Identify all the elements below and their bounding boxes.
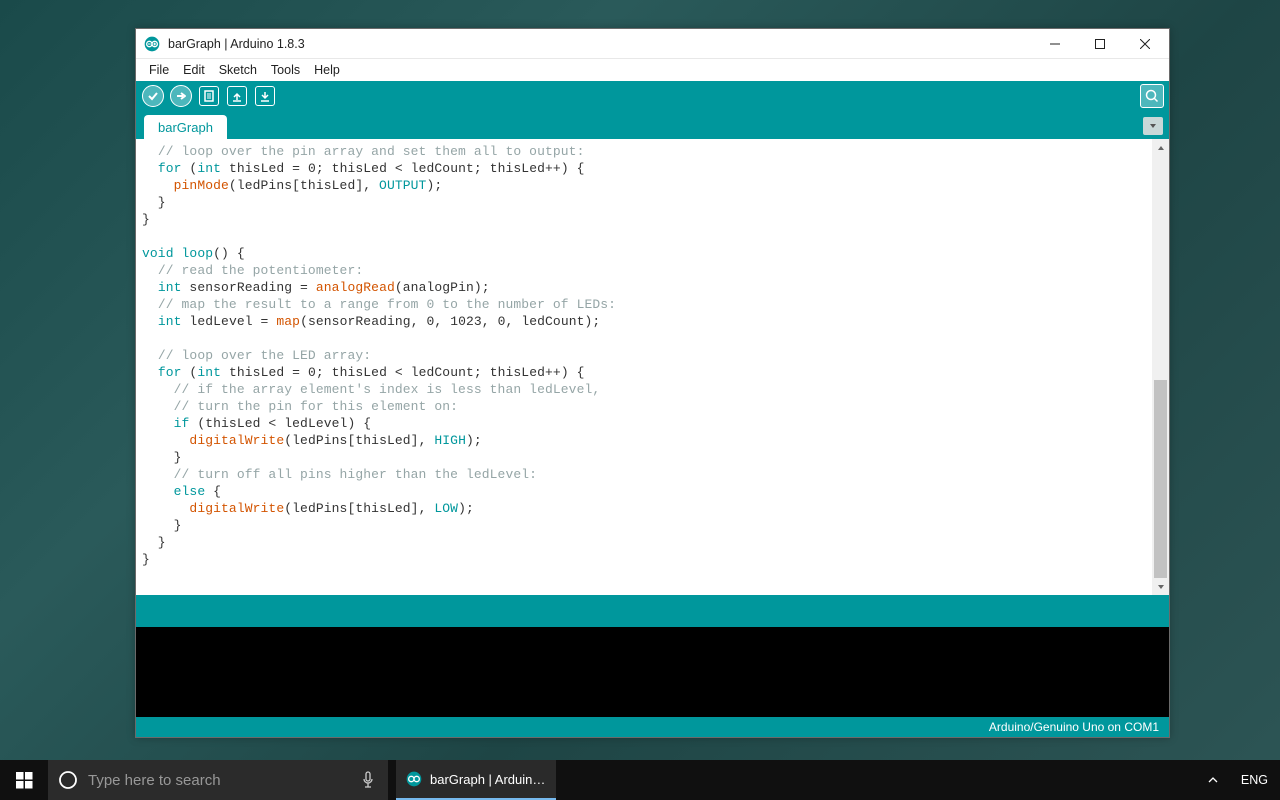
serial-monitor-button[interactable] — [1140, 84, 1164, 108]
task-label: barGraph | Arduino... — [430, 772, 546, 787]
arduino-logo-icon — [406, 771, 422, 787]
mic-icon[interactable] — [348, 771, 388, 789]
taskbar: Type here to search barGraph | Arduino..… — [0, 760, 1280, 800]
scrollbar-vertical[interactable] — [1152, 139, 1169, 595]
minimize-button[interactable] — [1032, 29, 1077, 58]
scroll-thumb[interactable] — [1154, 380, 1167, 578]
menu-file[interactable]: File — [142, 61, 176, 79]
maximize-button[interactable] — [1077, 29, 1122, 58]
menu-help[interactable]: Help — [307, 61, 347, 79]
language-indicator[interactable]: ENG — [1233, 773, 1276, 787]
board-info: Arduino/Genuino Uno on COM1 — [989, 720, 1159, 734]
console-output[interactable] — [136, 627, 1169, 717]
close-button[interactable] — [1122, 29, 1167, 58]
save-sketch-button[interactable] — [253, 84, 277, 108]
menubar: File Edit Sketch Tools Help — [136, 59, 1169, 81]
tab-bargraph[interactable]: barGraph — [144, 115, 227, 139]
start-button[interactable] — [0, 760, 48, 800]
code-editor[interactable]: // loop over the pin array and set them … — [136, 139, 1152, 595]
bottombar: Arduino/Genuino Uno on COM1 — [136, 717, 1169, 737]
titlebar: barGraph | Arduino 1.8.3 — [136, 29, 1169, 59]
menu-tools[interactable]: Tools — [264, 61, 307, 79]
tab-dropdown-button[interactable] — [1143, 117, 1163, 135]
new-sketch-button[interactable] — [197, 84, 221, 108]
tabbar: barGraph — [136, 111, 1169, 139]
system-tray: ENG — [1199, 760, 1280, 800]
open-sketch-button[interactable] — [225, 84, 249, 108]
cortana-icon — [48, 770, 88, 790]
verify-button[interactable] — [141, 84, 165, 108]
scroll-up-button[interactable] — [1152, 139, 1169, 156]
editor-area: // loop over the pin array and set them … — [136, 139, 1169, 595]
taskbar-task-arduino[interactable]: barGraph | Arduino... — [396, 760, 556, 800]
search-placeholder: Type here to search — [88, 772, 348, 789]
tray-overflow-button[interactable] — [1203, 774, 1223, 786]
arduino-logo-icon — [144, 36, 160, 52]
menu-sketch[interactable]: Sketch — [212, 61, 264, 79]
scroll-track[interactable] — [1152, 156, 1169, 578]
taskbar-search[interactable]: Type here to search — [48, 760, 388, 800]
menu-edit[interactable]: Edit — [176, 61, 212, 79]
arduino-window: barGraph | Arduino 1.8.3 File Edit Sketc… — [135, 28, 1170, 738]
scroll-down-button[interactable] — [1152, 578, 1169, 595]
status-strip — [136, 595, 1169, 627]
upload-button[interactable] — [169, 84, 193, 108]
window-title: barGraph | Arduino 1.8.3 — [168, 37, 305, 51]
toolbar — [136, 81, 1169, 111]
